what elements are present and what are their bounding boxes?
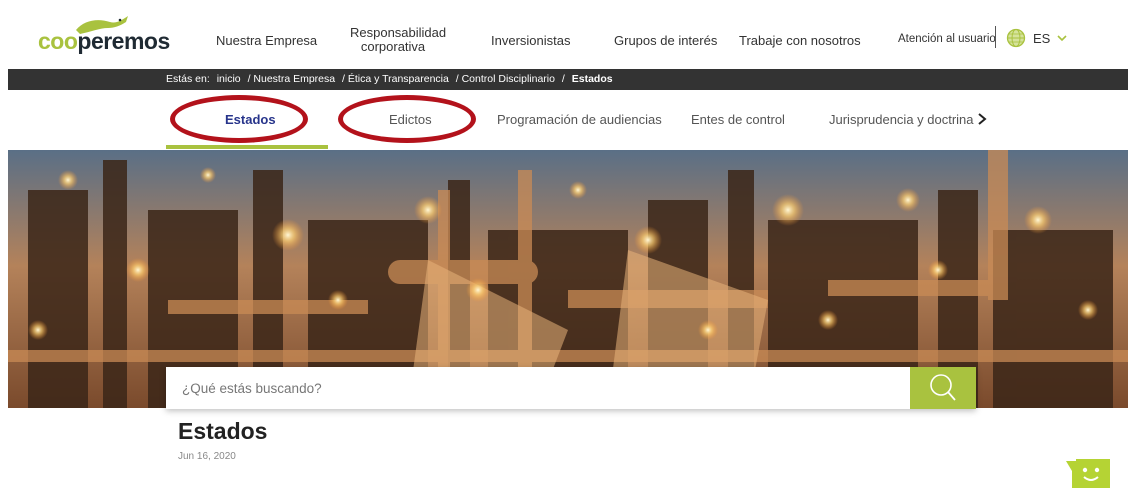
breadcrumb-inicio[interactable]: inicio <box>217 73 241 85</box>
site-header: cooperemos Nuestra Empresa Responsabilid… <box>0 0 1128 68</box>
globe-icon[interactable] <box>1006 28 1026 48</box>
tab-entes-de-control[interactable]: Entes de control <box>691 112 785 127</box>
nav-nuestra-empresa[interactable]: Nuestra Empresa <box>216 34 317 48</box>
divider <box>995 26 996 48</box>
nav-trabaje-con-nosotros[interactable]: Trabaje con nosotros <box>739 34 861 48</box>
iguana-logo-icon <box>76 16 128 34</box>
breadcrumb-sep: / <box>561 73 565 85</box>
nav-inversionistas[interactable]: Inversionistas <box>491 34 570 48</box>
nav-label-line1: Responsabilidad <box>350 25 447 40</box>
breadcrumb: Estás en: inicio / Nuestra Empresa / Éti… <box>166 73 617 85</box>
search-button[interactable] <box>910 367 976 409</box>
section-tabs: Estados Edictos Programación de audienci… <box>0 92 1128 150</box>
search-bar <box>166 367 976 409</box>
nav-responsabilidad-corporativa[interactable]: Responsabilidad corporativa <box>350 25 447 54</box>
nav-label-line2: corporativa <box>360 39 426 54</box>
tab-programacion-de-audiencias[interactable]: Programación de audiencias <box>497 112 662 127</box>
search-input[interactable] <box>166 367 909 409</box>
breadcrumb-control[interactable]: / Control Disciplinario <box>456 73 555 85</box>
breadcrumb-prefix: Estás en: <box>166 73 210 85</box>
nav-atencion-al-usuario[interactable]: Atención al usuario <box>898 33 996 45</box>
annotation-circle-estados <box>170 95 308 143</box>
tab-jurisprudencia-y-doctrina[interactable]: Jurisprudencia y doctrina <box>829 112 974 127</box>
publish-date: Jun 16, 2020 <box>178 451 236 462</box>
breadcrumb-nuestra-empresa[interactable]: / Nuestra Empresa <box>248 73 336 85</box>
page-title: Estados <box>178 418 268 444</box>
active-tab-indicator <box>166 145 328 149</box>
annotation-circle-edictos <box>338 95 476 143</box>
logo[interactable]: cooperemos <box>38 16 170 56</box>
breadcrumb-bar: Estás en: inicio / Nuestra Empresa / Éti… <box>8 69 1128 90</box>
chatbot-icon[interactable] <box>1066 459 1110 488</box>
language-selector[interactable]: ES <box>1033 31 1050 46</box>
chevron-right-icon[interactable] <box>975 110 989 128</box>
chevron-down-icon[interactable] <box>1055 32 1069 44</box>
search-icon <box>930 374 956 401</box>
nav-grupos-de-interes[interactable]: Grupos de interés <box>614 34 717 48</box>
breadcrumb-current: Estados <box>571 73 613 85</box>
breadcrumb-etica[interactable]: / Ética y Transparencia <box>342 73 449 85</box>
